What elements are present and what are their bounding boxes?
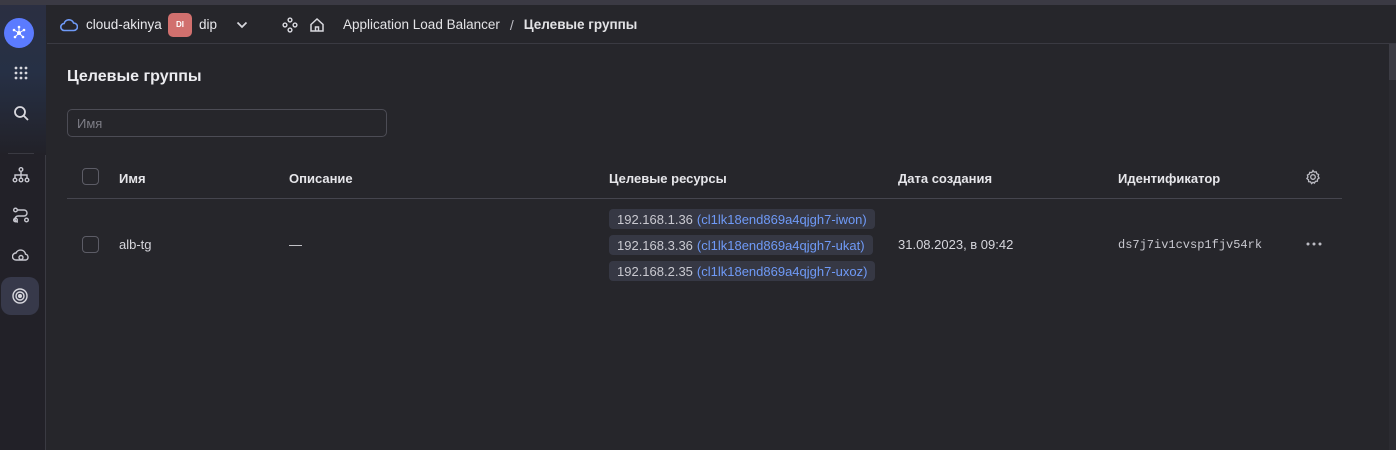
resource-instance-link[interactable]: (cl1lk18end869a4qjgh7-iwon) bbox=[697, 212, 867, 227]
more-actions-icon[interactable] bbox=[1304, 237, 1324, 251]
scrollbar-thumb[interactable] bbox=[1389, 44, 1396, 80]
column-header-description[interactable]: Описание bbox=[289, 171, 353, 186]
row-name[interactable]: alb-tg bbox=[119, 237, 152, 252]
page-title: Целевые группы bbox=[67, 68, 202, 85]
target-resource-tag: 192.168.3.36 (cl1lk18end869a4qjgh7-ukat) bbox=[609, 235, 873, 255]
top-header: cloud-akinya DI dip Application Load Bal… bbox=[47, 5, 1396, 44]
folder-badge: DI bbox=[168, 12, 192, 37]
target-resource-tag: 192.168.2.35 (cl1lk18end869a4qjgh7-uxoz) bbox=[609, 261, 876, 281]
cloud-icon bbox=[60, 18, 78, 32]
column-header-created[interactable]: Дата создания bbox=[898, 171, 992, 186]
vertical-scrollbar[interactable] bbox=[1389, 44, 1396, 450]
backend-groups-icon[interactable] bbox=[3, 237, 39, 273]
row-created-date: 31.08.2023, в 09:42 bbox=[898, 237, 1014, 252]
chevron-down-icon[interactable] bbox=[236, 5, 248, 44]
column-header-id[interactable]: Идентификатор bbox=[1118, 171, 1220, 186]
row-description: — bbox=[289, 237, 302, 252]
org-structure-icon[interactable] bbox=[282, 5, 298, 44]
resource-ip: 192.168.2.35 bbox=[617, 263, 693, 279]
load-balancer-target-icon[interactable] bbox=[1, 277, 39, 315]
target-groups-tree-icon[interactable] bbox=[3, 157, 39, 193]
settings-gear-icon[interactable] bbox=[1304, 168, 1322, 186]
resource-instance-link[interactable]: (cl1lk18end869a4qjgh7-ukat) bbox=[697, 238, 865, 253]
column-header-target-resources[interactable]: Целевые ресурсы bbox=[609, 171, 727, 186]
breadcrumb-separator: / bbox=[509, 16, 514, 33]
rail-divider bbox=[8, 153, 34, 154]
home-icon[interactable] bbox=[309, 5, 325, 44]
navigation-rail bbox=[0, 5, 46, 450]
resource-ip: 192.168.3.36 bbox=[617, 237, 693, 253]
routers-icon[interactable] bbox=[3, 197, 39, 233]
services-logo-icon[interactable] bbox=[4, 18, 34, 48]
table-header-divider bbox=[67, 198, 1342, 199]
main-area: cloud-akinya DI dip Application Load Bal… bbox=[47, 5, 1396, 450]
name-filter-input[interactable] bbox=[67, 109, 387, 137]
resource-ip: 192.168.1.36 bbox=[617, 211, 693, 227]
target-resource-tag: 192.168.1.36 (cl1lk18end869a4qjgh7-iwon) bbox=[609, 209, 875, 229]
all-services-grid-icon[interactable] bbox=[3, 55, 39, 91]
resource-instance-link[interactable]: (cl1lk18end869a4qjgh7-uxoz) bbox=[697, 264, 868, 279]
folder-selector[interactable]: DI dip bbox=[168, 5, 217, 44]
column-header-name[interactable]: Имя bbox=[119, 171, 146, 186]
cloud-name: cloud-akinya bbox=[86, 17, 162, 32]
cloud-selector[interactable]: cloud-akinya bbox=[60, 5, 162, 44]
row-id: ds7j7iv1cvsp1fjv54rk bbox=[1118, 238, 1263, 252]
row-checkbox[interactable] bbox=[82, 236, 99, 253]
breadcrumb-current: Целевые группы bbox=[523, 17, 638, 32]
select-all-checkbox[interactable] bbox=[82, 168, 99, 185]
search-icon[interactable] bbox=[3, 95, 39, 131]
breadcrumb-service[interactable]: Application Load Balancer bbox=[343, 17, 500, 32]
folder-name: dip bbox=[199, 17, 218, 32]
